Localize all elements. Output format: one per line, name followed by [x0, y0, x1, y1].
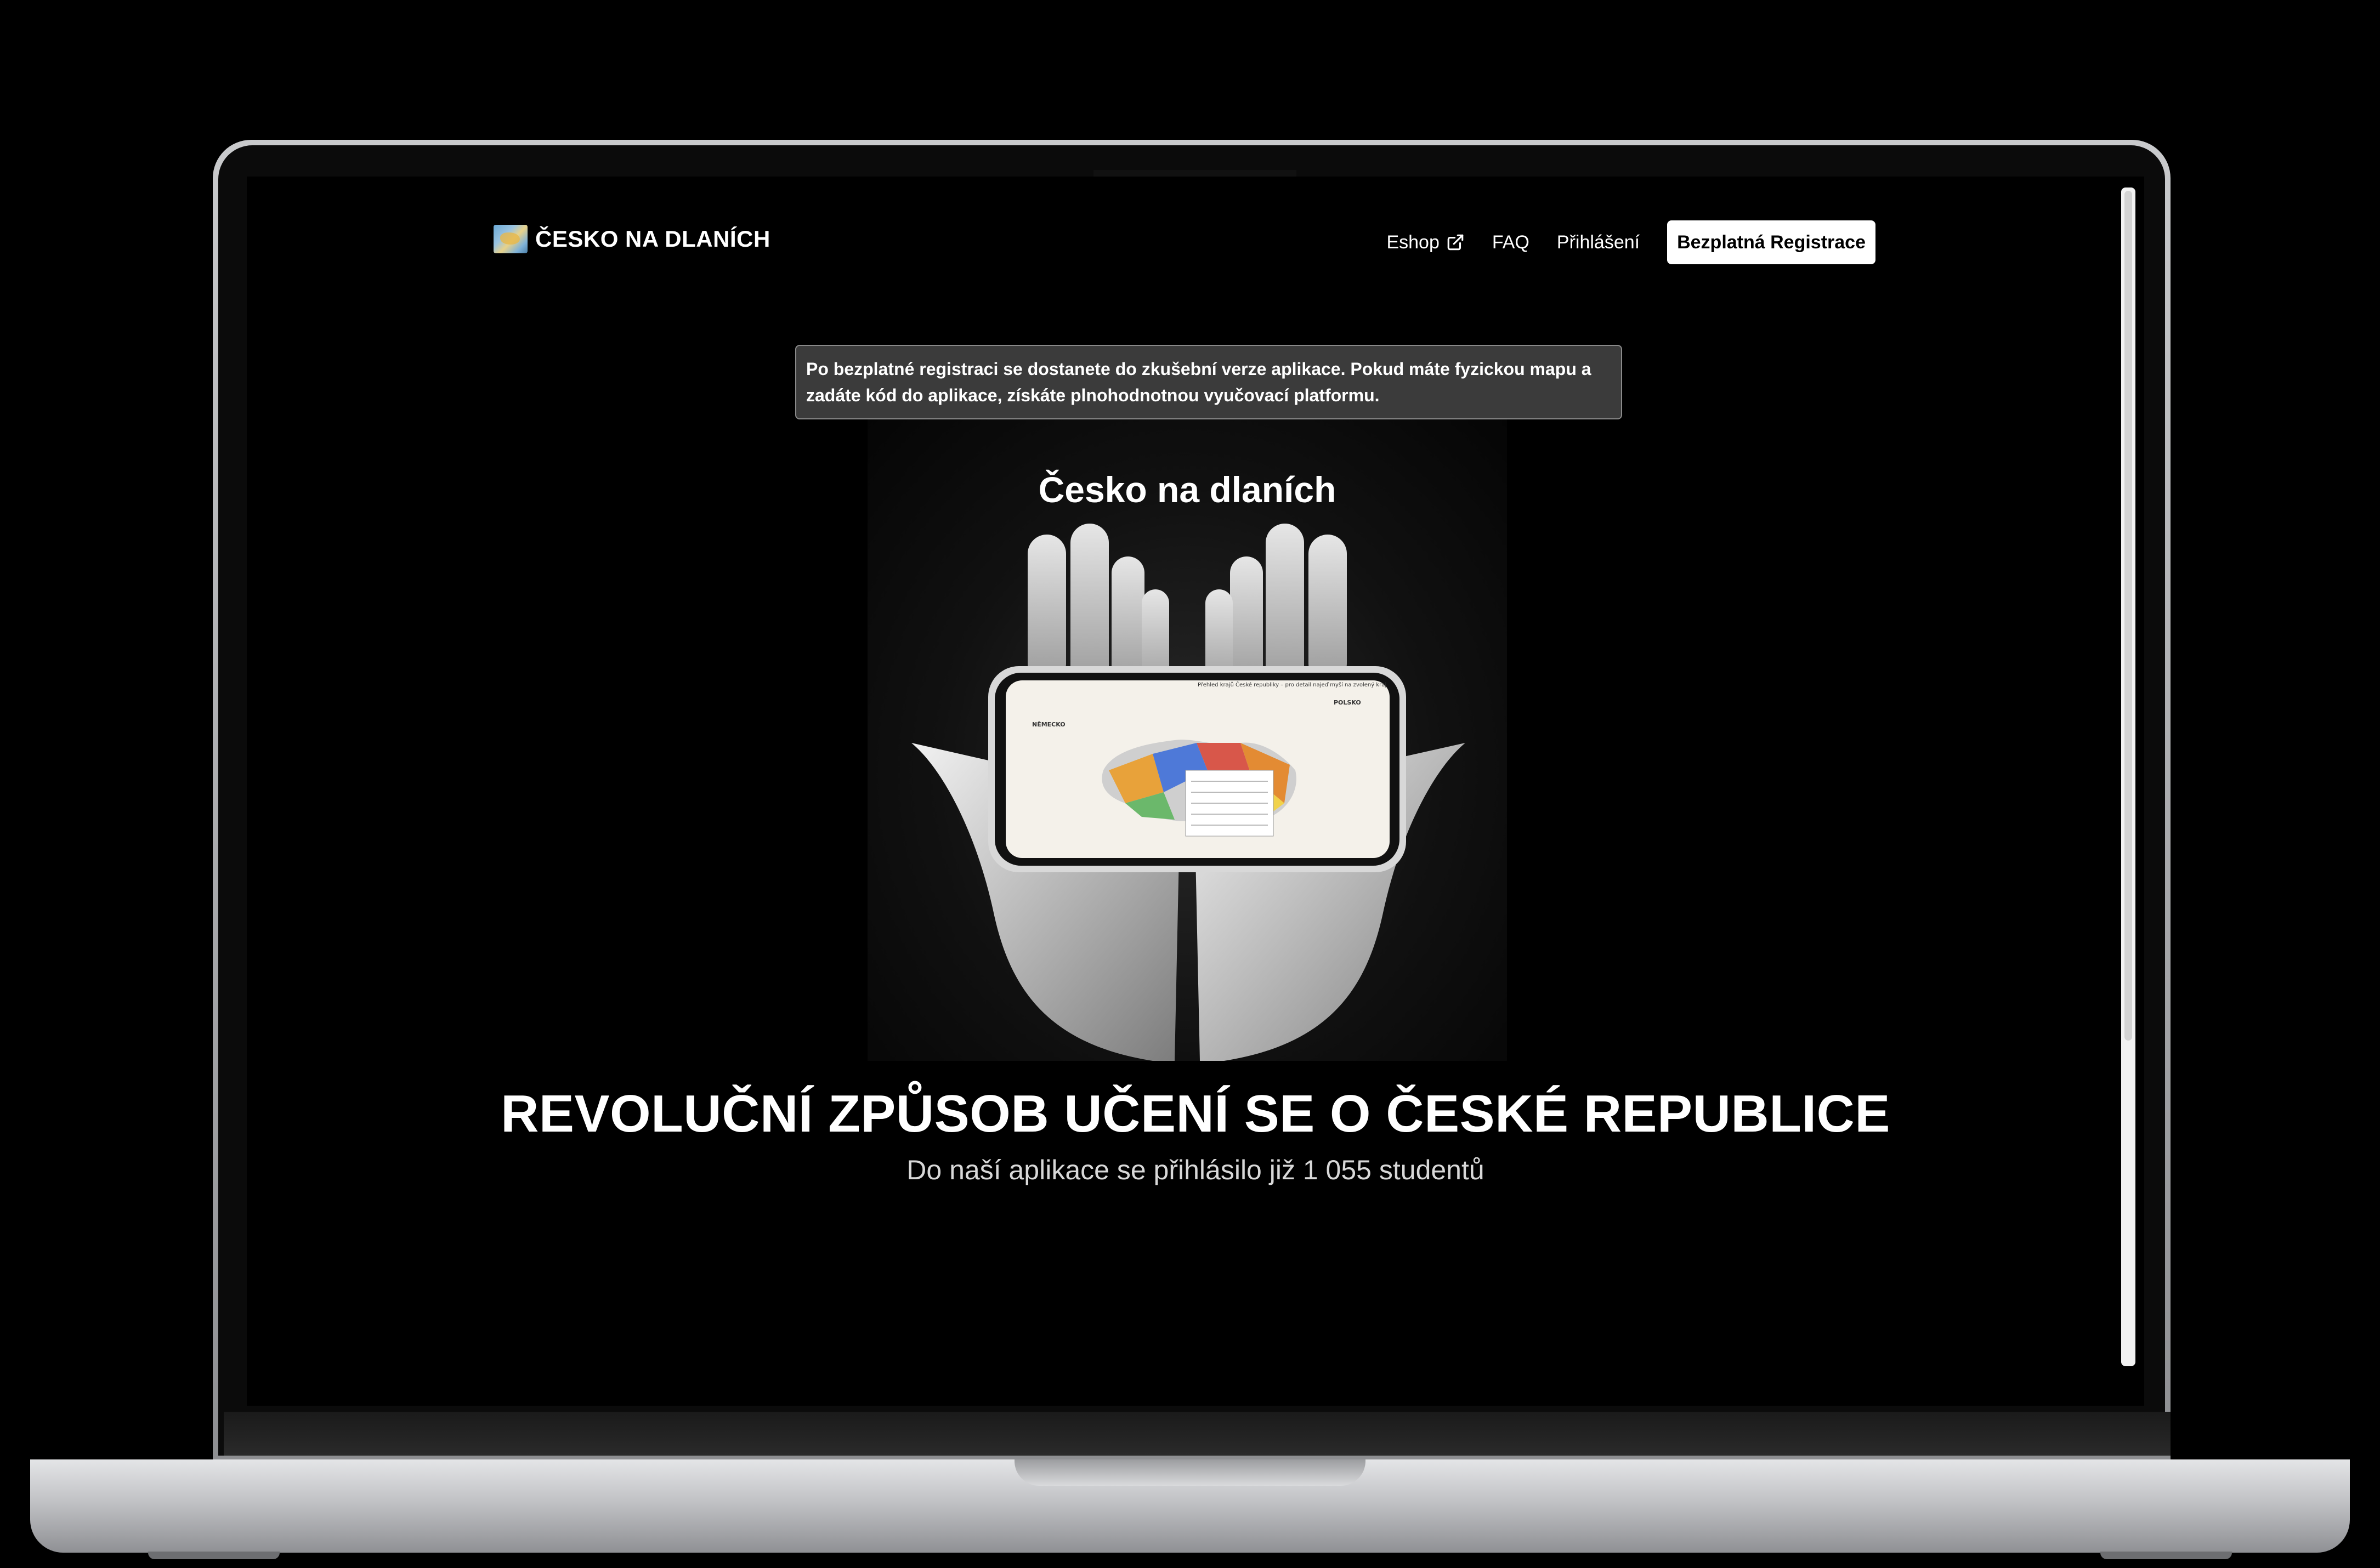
- trial-notice: Po bezplatné registraci se dostanete do …: [795, 345, 1622, 419]
- laptop-foot-right: [2100, 1552, 2232, 1559]
- phone-mockup: Přehled krajů České republiky – pro deta…: [988, 666, 1406, 872]
- navbar: ČESKO NA DLANÍCH Eshop FAQ Přihlášení Be…: [494, 220, 1875, 264]
- laptop-chin: [224, 1412, 2171, 1456]
- laptop-base-notch: [1015, 1459, 1365, 1486]
- scrollbar-thumb[interactable]: [2124, 191, 2132, 1041]
- phone-map-header: Přehled krajů České republiky – pro deta…: [1198, 681, 1386, 688]
- nav-link-login[interactable]: Přihlášení: [1557, 232, 1640, 253]
- phone-map-label-germany: NĚMECKO: [1032, 721, 1066, 728]
- browser-viewport: ČESKO NA DLANÍCH Eshop FAQ Přihlášení Be…: [247, 177, 2144, 1406]
- hero-image: Česko na dlaních Přehled krajů České rep…: [868, 419, 1507, 1061]
- brand-name: ČESKO NA DLANÍCH: [535, 226, 770, 252]
- nav-links: Eshop FAQ Přihlášení Bezplatná Registrac…: [1386, 220, 1875, 264]
- nav-link-eshop-label: Eshop: [1386, 231, 1440, 253]
- laptop-lid: ČESKO NA DLANÍCH Eshop FAQ Přihlášení Be…: [213, 140, 2171, 1461]
- nav-link-eshop[interactable]: Eshop: [1386, 232, 1464, 253]
- register-button[interactable]: Bezplatná Registrace: [1667, 220, 1875, 264]
- czech-map-logo-icon: [494, 225, 528, 253]
- laptop-bezel: ČESKO NA DLANÍCH Eshop FAQ Přihlášení Be…: [218, 145, 2171, 1456]
- scrollbar[interactable]: [2121, 188, 2135, 1366]
- hero-title: REVOLUČNÍ ZPŮSOB UČENÍ SE O ČESKÉ REPUBL…: [501, 1084, 1890, 1143]
- nav-link-faq[interactable]: FAQ: [1492, 232, 1529, 253]
- laptop-foot-left: [148, 1552, 280, 1559]
- laptop-base: [30, 1459, 2350, 1553]
- external-link-icon: [1447, 234, 1464, 251]
- hands-holding-phone-illustration: Přehled krajů České republiky – pro deta…: [911, 524, 1465, 1061]
- phone-map-label-poland: POLSKO: [1334, 699, 1361, 706]
- hero-subtitle: Do naší aplikace se přihlásilo již 1 055…: [906, 1155, 1484, 1185]
- brand-link[interactable]: ČESKO NA DLANÍCH: [494, 225, 770, 253]
